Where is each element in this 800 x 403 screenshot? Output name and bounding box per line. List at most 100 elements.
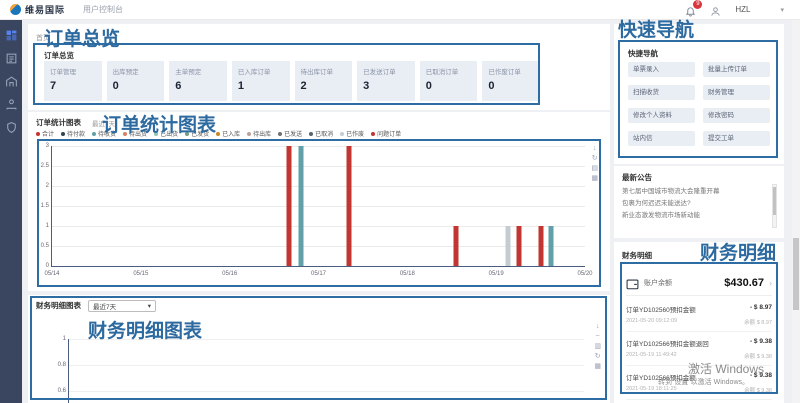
- stat-card: 已发送订单 3: [357, 61, 415, 101]
- bar-chart-icon[interactable]: ▥: [594, 343, 601, 351]
- announcement-item[interactable]: 新业态激发物流市场新动能: [622, 210, 766, 222]
- quick-nav-button[interactable]: 提交工单: [703, 131, 770, 146]
- legend-item[interactable]: 已取消: [309, 129, 333, 138]
- order-overview-title: 订单总览: [44, 50, 74, 61]
- page-scrollbar[interactable]: [792, 20, 800, 403]
- stat-card-label: 订单管理: [50, 66, 96, 76]
- legend-item[interactable]: 合计: [36, 129, 54, 138]
- stat-card-value: 0: [426, 80, 472, 92]
- announcements-scroll-thumb[interactable]: [773, 187, 776, 215]
- legend-item[interactable]: 已发货: [185, 129, 209, 138]
- restore-icon[interactable]: ↻: [591, 155, 598, 163]
- brand-logo-icon: [10, 4, 21, 15]
- magic-type-icon[interactable]: ▦: [591, 175, 598, 183]
- legend-label: 已取消: [315, 129, 333, 138]
- chart-gridline: [69, 391, 584, 392]
- legend-dot-icon: [247, 132, 251, 136]
- quick-nav-button[interactable]: 批量上传订单: [703, 62, 770, 77]
- chart-gridline: [52, 186, 585, 187]
- save-image-icon[interactable]: ↓: [591, 145, 598, 153]
- quick-nav-button[interactable]: 站内信: [628, 131, 695, 146]
- chart-bar: [506, 226, 511, 266]
- quick-nav-grid: 单票录入批量上传订单扫描收货财务管理修改个人资料修改密码站内信提交工单: [628, 62, 770, 146]
- account-balance-row[interactable]: 账户余额 $430.67 ›: [626, 270, 772, 296]
- sidebar-item-security-icon[interactable]: [5, 121, 18, 133]
- legend-item[interactable]: 已出货: [154, 129, 178, 138]
- order-overview-panel: 首页 订单总览 订单管理7出库预定0主单预定6已入库订单1待出库订单2已发送订单…: [28, 24, 610, 110]
- transaction-main-row: 订单YD102566预扣金额退回- $ 9.38: [626, 338, 772, 348]
- notification-bell-icon[interactable]: 9: [685, 4, 696, 15]
- console-label: 用户控制台: [83, 4, 123, 15]
- legend-item[interactable]: 已发送: [278, 129, 302, 138]
- quick-nav-button[interactable]: 财务管理: [703, 85, 770, 100]
- legend-item[interactable]: 待收货: [92, 129, 116, 138]
- user-avatar-icon[interactable]: [710, 4, 721, 15]
- select-caret-icon: ▾: [148, 302, 151, 310]
- legend-dot-icon: [123, 132, 127, 136]
- stat-card-value: 2: [301, 80, 347, 92]
- save-image-icon[interactable]: ↓: [594, 323, 601, 331]
- y-axis-tick-label: 0.8: [58, 362, 66, 368]
- topbar: 维易国际 用户控制台 9 HZL ▾: [0, 0, 800, 20]
- legend-item[interactable]: 待出库: [247, 129, 271, 138]
- legend-label: 合计: [42, 129, 54, 138]
- order-chart-panel: 订单统计图表 最近7天 合计待付款待收货待出货已出货已发货已入库待出库已发送已取…: [28, 112, 610, 291]
- quick-nav-button[interactable]: 修改个人资料: [628, 108, 695, 123]
- chart-gridline: [69, 339, 584, 340]
- y-axis-tick-label: 1: [46, 223, 49, 229]
- legend-item[interactable]: 待付款: [61, 129, 85, 138]
- legend-dot-icon: [185, 132, 189, 136]
- chart-bar: [347, 146, 352, 266]
- restore-icon[interactable]: ↻: [594, 353, 601, 361]
- data-view-icon[interactable]: ▦: [594, 363, 601, 371]
- quick-nav-button[interactable]: 修改密码: [703, 108, 770, 123]
- announcements-scrollbar[interactable]: [772, 184, 777, 228]
- announcement-item[interactable]: 包裹为何迟迟未能送达?: [622, 198, 766, 210]
- legend-item[interactable]: 已入库: [216, 129, 240, 138]
- order-chart-legend: 合计待付款待收货待出货已出货已发货已入库待出库已发送 已取消已作废问题订单: [36, 129, 401, 138]
- main-content: 首页 订单总览 订单管理7出库预定0主单预定6已入库订单1待出库订单2已发送订单…: [22, 20, 800, 403]
- y-axis-tick-label: 3: [46, 143, 49, 149]
- chevron-right-icon[interactable]: ›: [769, 278, 772, 288]
- legend-item[interactable]: 问题订单: [371, 129, 401, 138]
- legend-item[interactable]: 已作废: [340, 129, 364, 138]
- sidebar-item-orders-icon[interactable]: [5, 52, 18, 64]
- windows-watermark-line1: 激活 Windows: [688, 360, 764, 377]
- quick-nav-button[interactable]: 单票录入: [628, 62, 695, 77]
- transaction-balance: 余额 $ 9.38: [744, 352, 772, 360]
- y-axis-tick-label: 1: [63, 336, 66, 342]
- legend-item[interactable]: 待出货: [123, 129, 147, 138]
- transaction-amount: - $ 8.97: [750, 304, 772, 314]
- page-scrollbar-thumb[interactable]: [793, 238, 799, 310]
- announcement-item[interactable]: 第七届中国城市物流大会隆重开幕: [622, 186, 766, 198]
- transaction-sub-row: 2021-05-19 18:11:25余额 $ 9.38: [626, 386, 772, 394]
- chart-bar: [287, 146, 292, 266]
- sidebar-item-warehouse-icon[interactable]: [5, 75, 18, 87]
- sidebar-item-dashboard-icon[interactable]: [5, 29, 18, 41]
- sidebar-item-account-icon[interactable]: [5, 98, 18, 110]
- topbar-right: 9 HZL ▾: [685, 4, 790, 15]
- quick-nav-button[interactable]: 扫描收货: [628, 85, 695, 100]
- username-label[interactable]: HZL: [735, 5, 750, 14]
- breadcrumb: 首页: [36, 33, 50, 43]
- stat-card-label: 待出库订单: [301, 66, 347, 76]
- user-menu-caret-icon[interactable]: ▾: [780, 6, 784, 14]
- stat-card-value: 0: [488, 80, 534, 92]
- chart-gridline: [52, 166, 585, 167]
- x-axis-tick-label: 05/15: [133, 271, 148, 277]
- line-chart-icon[interactable]: ~: [594, 333, 601, 341]
- order-chart-toolbox: ↓ ↻ ▤ ▦: [591, 145, 598, 183]
- x-axis-tick-label: 05/18: [400, 271, 415, 277]
- legend-dot-icon: [61, 132, 65, 136]
- transaction-balance: 余额 $ 9.38: [744, 386, 772, 394]
- stat-card-value: 3: [363, 80, 409, 92]
- transaction-sub-row: 2021-05-20 09:12:09余额 $ 8.97: [626, 318, 772, 326]
- transaction-row[interactable]: 订单YD102560预扣金额- $ 8.972021-05-20 09:12:0…: [626, 298, 772, 332]
- order-chart-range-label[interactable]: 最近7天: [92, 118, 115, 128]
- y-axis-tick-label: 2.5: [41, 163, 49, 169]
- notification-badge: 9: [693, 0, 702, 9]
- data-view-icon[interactable]: ▤: [591, 165, 598, 173]
- announcements-panel: 最新公告 第七届中国城市物流大会隆重开幕包裹为何迟迟未能送达?新业态激发物流市场…: [614, 166, 784, 238]
- stat-card-label: 已发送订单: [363, 66, 409, 76]
- finance-chart-range-select[interactable]: 最近7天 ▾: [88, 300, 156, 312]
